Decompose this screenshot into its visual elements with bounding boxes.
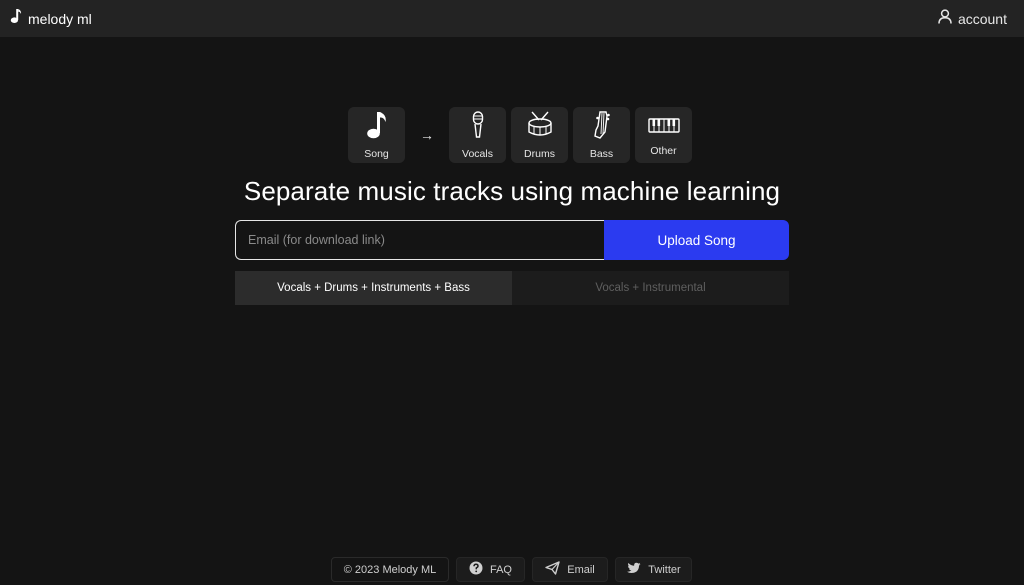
twitter-link[interactable]: Twitter xyxy=(615,557,692,582)
separation-mode-toggle: Vocals + Drums + Instruments + Bass Voca… xyxy=(235,271,789,305)
stem-bass: Bass xyxy=(573,107,630,163)
drum-icon xyxy=(526,110,554,148)
twitter-label: Twitter xyxy=(648,563,681,576)
stem-other: Other xyxy=(635,107,692,163)
stem-label: Vocals xyxy=(462,148,493,160)
stem-vocals: Vocals xyxy=(449,107,506,163)
upload-form: Upload Song xyxy=(235,220,789,260)
top-navbar: melody ml account xyxy=(0,0,1024,37)
question-circle-icon xyxy=(469,561,483,578)
footer: © 2023 Melody ML FAQ Email Twitter xyxy=(331,557,699,582)
stem-song: Song xyxy=(348,107,405,163)
stem-label: Other xyxy=(650,145,677,157)
mode-option-two-stems[interactable]: Vocals + Instrumental xyxy=(512,271,789,305)
keyboard-icon xyxy=(647,113,680,145)
faq-label: FAQ xyxy=(489,563,512,576)
music-note-icon xyxy=(10,8,22,29)
brand-name: melody ml xyxy=(28,10,92,27)
stem-label: Bass xyxy=(589,148,614,160)
faq-link[interactable]: FAQ xyxy=(456,557,525,582)
stem-diagram: Song → Vocals Drums Bass Other xyxy=(348,107,697,163)
mode-option-four-stems[interactable]: Vocals + Drums + Instruments + Bass xyxy=(235,271,512,305)
stem-label: Song xyxy=(364,148,389,160)
email-link[interactable]: Email xyxy=(532,557,608,582)
account-button[interactable]: account xyxy=(938,8,1007,29)
twitter-bird-icon xyxy=(626,562,641,578)
arrow-icon: → xyxy=(420,127,434,143)
user-icon xyxy=(938,8,952,29)
microphone-icon xyxy=(467,110,489,148)
bass-guitar-icon xyxy=(591,110,613,148)
account-label: account xyxy=(957,10,1007,27)
page-title: Separate music tracks using machine lear… xyxy=(243,176,781,206)
music-note-icon xyxy=(366,110,388,148)
email-label: Email xyxy=(567,563,595,576)
upload-song-button[interactable]: Upload Song xyxy=(604,220,789,260)
paper-plane-icon xyxy=(545,561,560,578)
copyright-text: © 2023 Melody ML xyxy=(331,557,449,582)
stem-label: Drums xyxy=(524,148,555,160)
email-field[interactable] xyxy=(235,220,604,260)
brand-link[interactable]: melody ml xyxy=(10,8,92,29)
copyright-label: © 2023 Melody ML xyxy=(343,563,437,576)
stem-drums: Drums xyxy=(511,107,568,163)
